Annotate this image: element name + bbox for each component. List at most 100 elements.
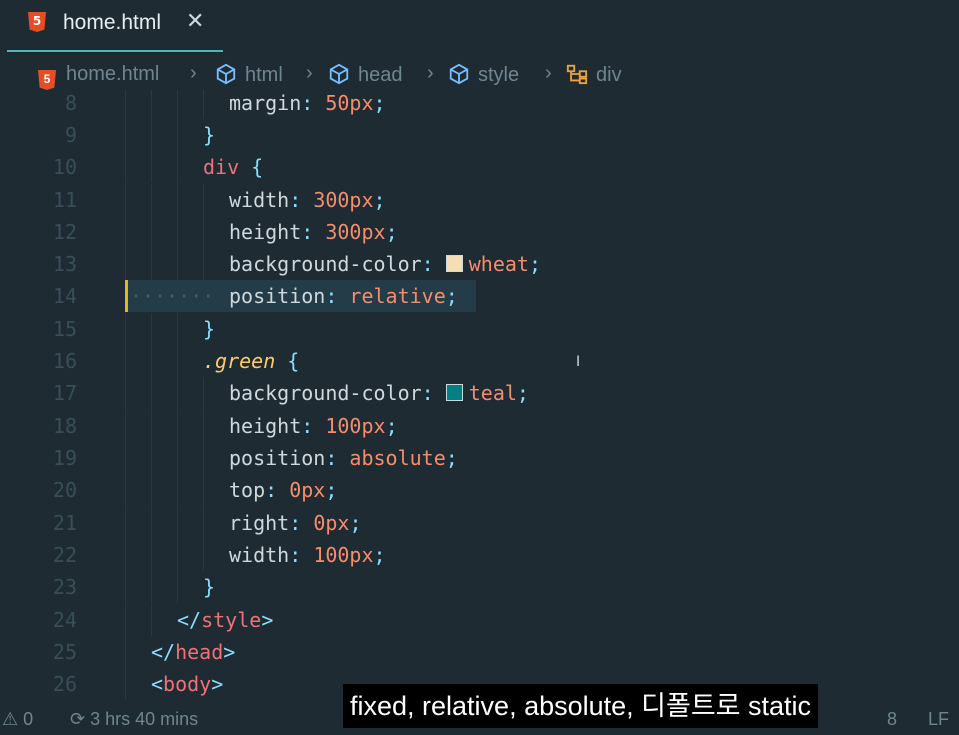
time-tracker[interactable]: ⟳ 3 hrs 40 mins <box>70 709 198 730</box>
indent-indicator[interactable]: 8 <box>887 709 897 730</box>
line-number: 19 <box>52 446 77 470</box>
indent-guide <box>125 184 126 216</box>
code-line: 16 .green { <box>0 345 959 377</box>
line-number: 18 <box>52 414 77 438</box>
line-number: 13 <box>52 252 77 276</box>
indent-guide <box>203 377 204 409</box>
breadcrumb-separator: › <box>190 62 197 84</box>
code-text: top: 0px; <box>229 478 338 502</box>
indent-guide <box>151 442 152 474</box>
breadcrumb-label: home.html <box>66 63 160 85</box>
tab-bar: 5 home.html ✕ <box>0 0 959 52</box>
html5-icon: 5 <box>28 12 46 32</box>
text-cursor-icon: Ⅰ <box>576 354 581 370</box>
color-swatch[interactable] <box>445 384 463 401</box>
breadcrumb-label: head <box>358 64 403 86</box>
breadcrumb-label: div <box>596 64 622 86</box>
indent-guide <box>125 313 126 345</box>
indent-guide <box>203 442 204 474</box>
indent-guide <box>151 604 152 636</box>
cube-icon <box>449 63 469 85</box>
indent-guide <box>177 216 178 248</box>
code-text: right: 0px; <box>229 511 362 535</box>
indent-guide <box>151 248 152 280</box>
code-line: 21 right: 0px; <box>0 507 959 539</box>
line-number: 15 <box>52 317 77 341</box>
code-text: ······· <box>130 284 215 308</box>
indent-guide <box>151 345 152 377</box>
breadcrumb-item-div[interactable]: div <box>566 63 622 87</box>
selector-icon <box>566 64 588 85</box>
code-line: 19 position: absolute; <box>0 442 959 474</box>
tab-title: home.html <box>63 11 162 34</box>
line-number: 25 <box>52 640 77 664</box>
breadcrumb-item-html[interactable]: html <box>215 63 283 87</box>
indent-guide <box>177 410 178 442</box>
html5-icon: 5 <box>38 70 56 90</box>
cube-icon <box>216 63 236 85</box>
code-text: width: 300px; <box>229 188 386 212</box>
breadcrumb-separator: › <box>545 62 552 84</box>
eol-indicator[interactable]: LF <box>928 709 949 730</box>
code-line: 12 height: 300px; <box>0 216 959 248</box>
indent-guide <box>203 90 204 119</box>
code-text: } <box>203 317 216 341</box>
code-line: 23 } <box>0 571 959 603</box>
code-line: 18 height: 100px; <box>0 410 959 442</box>
warning-icon: ⚠ <box>2 709 19 729</box>
tab-home-html[interactable]: 5 home.html ✕ <box>7 0 223 52</box>
code-text: </head> <box>151 640 236 664</box>
video-subtitle: fixed, relative, absolute, 디폴트로 static <box>343 684 819 728</box>
indent-guide <box>203 248 204 280</box>
code-text: width: 100px; <box>229 543 386 567</box>
indent-guide <box>151 184 152 216</box>
line-number: 9 <box>64 123 77 147</box>
indent-guide <box>151 539 152 571</box>
code-line-active: 14 ······· position: relative; <box>0 280 959 312</box>
code-text: </style> <box>177 608 274 632</box>
code-line: 22 width: 100px; <box>0 539 959 571</box>
indent-guide <box>125 571 126 603</box>
breadcrumb-item-head[interactable]: head <box>328 63 403 87</box>
cube-icon <box>329 63 349 85</box>
indent-guide <box>177 248 178 280</box>
indent-guide <box>125 377 126 409</box>
line-number: 10 <box>52 155 77 179</box>
code-line: 25 </head> <box>0 636 959 668</box>
line-number: 21 <box>52 511 77 535</box>
line-number: 17 <box>52 381 77 405</box>
indent-guide <box>125 90 126 119</box>
code-line: 20 top: 0px; <box>0 474 959 506</box>
code-line: 13 background-color: wheat; <box>0 248 959 280</box>
code-line: 9 } <box>0 119 959 151</box>
indent-guide <box>125 636 126 668</box>
indent-guide <box>203 474 204 506</box>
indent-guide <box>125 668 126 700</box>
indent-guide <box>151 90 152 119</box>
code-editor[interactable]: 8 margin: 50px; 9 } 10 div { 11 width: 3… <box>0 90 959 705</box>
breadcrumb-separator: › <box>427 62 434 84</box>
indent-guide <box>177 151 178 183</box>
line-number: 23 <box>52 575 77 599</box>
indent-guide <box>125 507 126 539</box>
indent-guide <box>177 377 178 409</box>
indent-guide <box>125 119 126 151</box>
indent-guide <box>177 507 178 539</box>
indent-guide <box>177 119 178 151</box>
indent-guide <box>125 151 126 183</box>
close-icon[interactable]: ✕ <box>186 9 204 34</box>
breadcrumb-item-style[interactable]: style <box>448 63 519 87</box>
indent-guide <box>125 248 126 280</box>
problems-indicator[interactable]: ⚠ 0 <box>2 709 33 730</box>
indent-guide <box>203 410 204 442</box>
indent-guide <box>177 184 178 216</box>
code-text: background-color: teal; <box>229 381 529 405</box>
indent-guide <box>125 216 126 248</box>
color-swatch[interactable] <box>445 255 463 272</box>
code-text: height: 300px; <box>229 220 398 244</box>
breadcrumb-item-home-html[interactable]: 5 home.html <box>38 63 159 90</box>
line-number: 12 <box>52 220 77 244</box>
history-icon: ⟳ <box>70 709 86 729</box>
indent-guide <box>125 345 126 377</box>
code-line: 10 div { <box>0 151 959 183</box>
